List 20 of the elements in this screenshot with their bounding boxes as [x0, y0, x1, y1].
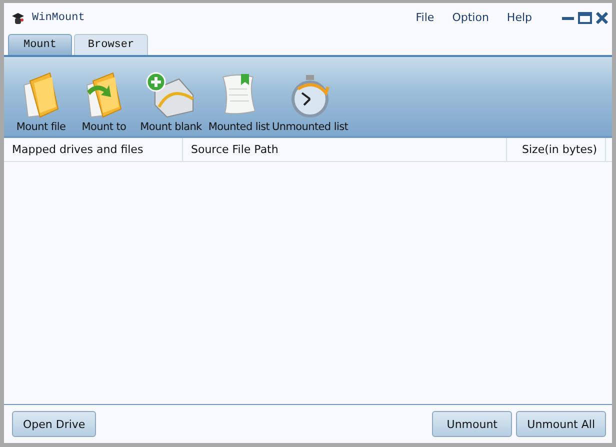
- menu-item[interactable]: File: [416, 11, 434, 24]
- maximize-icon[interactable]: [578, 12, 592, 24]
- drive-add-icon: [145, 71, 197, 119]
- column-header[interactable]: Mapped drives and files: [4, 138, 183, 161]
- toolbar-button[interactable]: Mount file: [10, 71, 72, 133]
- menu-item[interactable]: Help: [506, 11, 532, 24]
- open-drive-button[interactable]: Open Drive: [12, 411, 96, 437]
- window-title: WinMount: [32, 12, 85, 24]
- column-header[interactable]: Source File Path: [183, 138, 507, 161]
- tab[interactable]: Browser: [74, 34, 148, 55]
- tab[interactable]: Mount: [8, 34, 72, 55]
- close-icon[interactable]: [596, 12, 608, 24]
- toolbar-button[interactable]: Mounted list: [206, 71, 272, 133]
- toolbar-button[interactable]: Mount to: [72, 71, 136, 133]
- unmount-button[interactable]: Unmount: [432, 411, 512, 437]
- column-header[interactable]: Size(in bytes): [507, 138, 606, 161]
- unmount-button[interactable]: Unmount All: [516, 411, 606, 437]
- toolbar-button[interactable]: Mount blank: [136, 71, 206, 133]
- toolbar-button[interactable]: Unmounted list: [272, 71, 348, 133]
- menu-item[interactable]: Option: [452, 11, 489, 24]
